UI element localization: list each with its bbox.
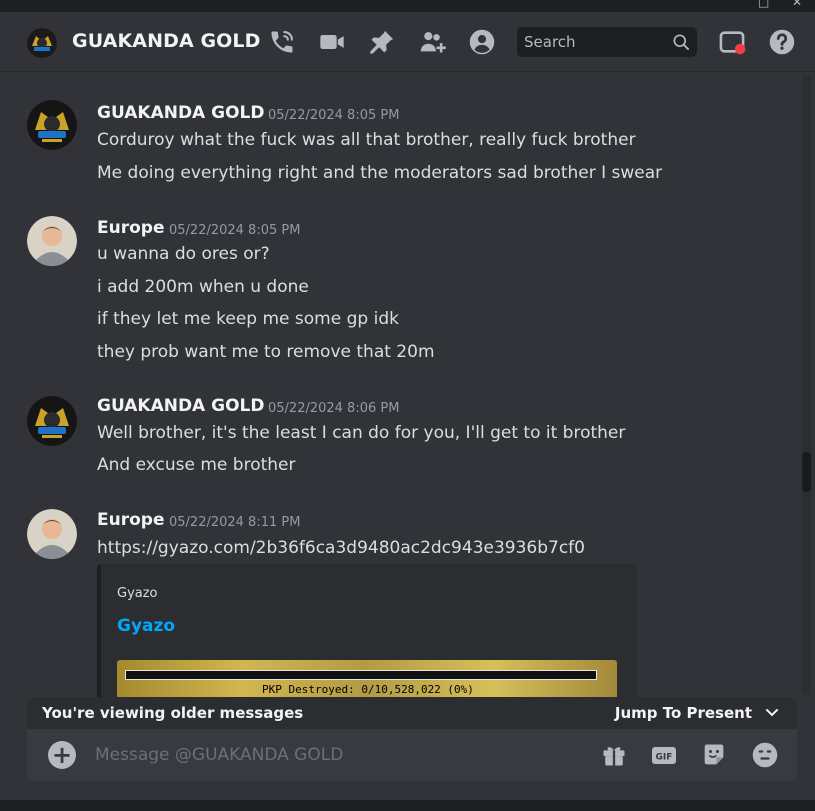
message-text: u wanna do ores or? (97, 244, 270, 264)
gift-icon[interactable] (599, 740, 629, 770)
add-icon[interactable]: + (48, 741, 76, 769)
message-composer: + GIF (27, 729, 797, 781)
message-text: Well brother, it's the least I can do fo… (97, 423, 626, 443)
help-icon[interactable] (766, 26, 798, 58)
older-messages-bar: You're viewing older messages Jump To Pr… (27, 697, 797, 729)
user-avatar[interactable] (27, 216, 77, 266)
search-icon (673, 34, 689, 50)
author-name[interactable]: Europe (97, 510, 164, 530)
message-text: they prob want me to remove that 20m (97, 342, 435, 362)
phone-call-icon[interactable] (266, 26, 298, 58)
scrollbar-track[interactable] (802, 75, 811, 695)
chevron-down-icon[interactable] (764, 704, 780, 720)
maximize-icon[interactable]: □ (758, 0, 770, 8)
embed-provider[interactable]: Gyazo (117, 586, 158, 601)
timestamp: 05/22/2024 8:05 PM (268, 108, 400, 123)
channel-header: GUAKANDA GOLD (0, 12, 815, 72)
search-input[interactable] (524, 31, 664, 53)
message-text: Me doing everything right and the modera… (97, 163, 663, 183)
gif-icon[interactable]: GIF (649, 740, 679, 770)
pin-icon[interactable] (366, 26, 398, 58)
sticker-icon[interactable] (699, 740, 729, 770)
older-messages-text: You're viewing older messages (42, 704, 304, 722)
author-name[interactable]: GUAKANDA GOLD (97, 103, 265, 123)
timestamp: 05/22/2024 8:11 PM (169, 515, 301, 530)
jump-to-present-button[interactable]: Jump To Present (615, 704, 752, 722)
video-icon[interactable] (316, 26, 348, 58)
emoji-icon[interactable] (750, 740, 780, 770)
link-embed: Gyazo Gyazo PKP Destroyed: 0/10,528,022 … (97, 564, 637, 698)
embed-image-text: PKP Destroyed: 0/10,528,022 (0%) (262, 683, 474, 696)
profile-icon[interactable] (466, 26, 498, 58)
inbox-icon[interactable] (716, 26, 748, 58)
search-box[interactable] (517, 27, 697, 57)
dm-avatar[interactable] (27, 28, 57, 58)
user-avatar[interactable] (27, 396, 77, 446)
window-chrome: □ ✕ (0, 0, 815, 12)
author-name[interactable]: Europe (97, 218, 164, 238)
message-text: And excuse me brother (97, 455, 296, 475)
gif-label: GIF (656, 753, 673, 763)
close-window-icon[interactable]: ✕ (792, 0, 804, 8)
embed-image[interactable]: PKP Destroyed: 0/10,528,022 (0%) (117, 660, 617, 698)
message-list[interactable]: GUAKANDA GOLD 05/22/2024 8:05 PM Corduro… (0, 73, 800, 698)
timestamp: 05/22/2024 8:06 PM (268, 401, 400, 416)
timestamp: 05/22/2024 8:05 PM (169, 223, 301, 238)
user-avatar[interactable] (27, 100, 77, 150)
message-input[interactable] (95, 742, 575, 768)
progress-bar (125, 670, 597, 680)
message-link[interactable]: https://gyazo.com/2b36f6ca3d9480ac2dc943… (97, 538, 585, 558)
channel-title: GUAKANDA GOLD (72, 30, 261, 52)
message-text: i add 200m when u done (97, 277, 309, 297)
embed-title[interactable]: Gyazo (117, 616, 175, 636)
message-text: Corduroy what the fuck was all that brot… (97, 130, 636, 150)
author-name[interactable]: GUAKANDA GOLD (97, 396, 265, 416)
add-friend-icon[interactable] (417, 26, 449, 58)
scrollbar-thumb[interactable] (802, 452, 811, 492)
user-avatar[interactable] (27, 509, 77, 559)
bottom-strip (0, 800, 815, 811)
message-text: if they let me keep me some gp idk (97, 309, 399, 329)
